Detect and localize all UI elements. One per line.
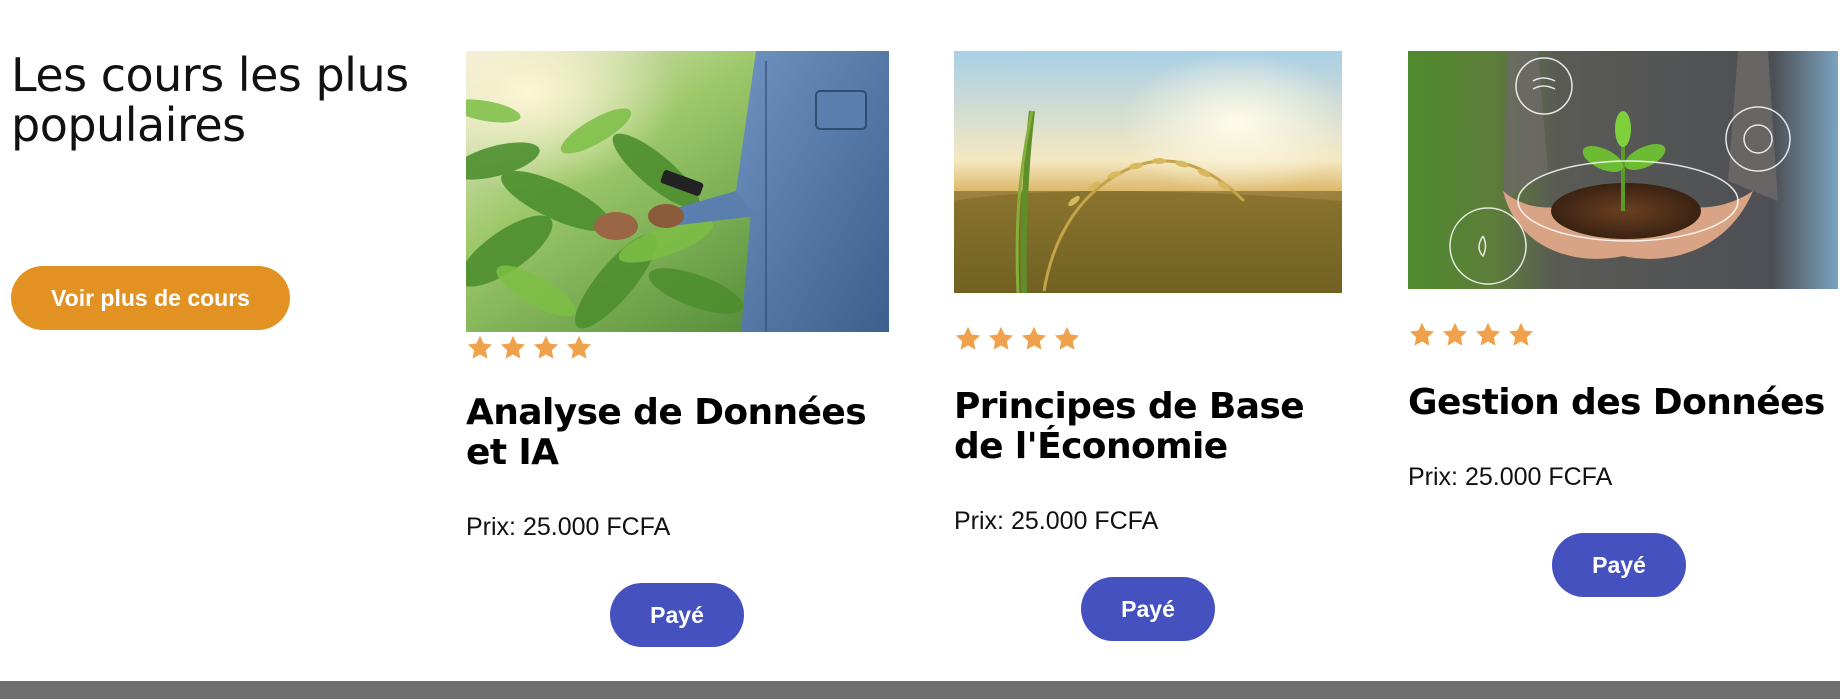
course-title[interactable]: Gestion des Données xyxy=(1408,383,1838,423)
star-icon xyxy=(566,335,592,359)
course-card: Principes de Base de l'Économie Prix: 25… xyxy=(954,51,1344,651)
pay-button[interactable]: Payé xyxy=(1552,533,1686,597)
star-icon xyxy=(1021,326,1047,350)
star-icon xyxy=(1475,322,1501,346)
star-icon xyxy=(955,326,981,350)
course-price: Prix: 25.000 FCFA xyxy=(1408,463,1613,491)
rating-stars xyxy=(954,325,1081,353)
star-icon xyxy=(1409,322,1435,346)
rating-stars xyxy=(1408,321,1535,349)
footer-bar xyxy=(0,681,1840,699)
rating-stars xyxy=(466,334,593,362)
course-card: Gestion des Données Prix: 25.000 FCFA Pa… xyxy=(1408,51,1840,651)
star-icon xyxy=(533,335,559,359)
star-icon xyxy=(1054,326,1080,350)
star-icon xyxy=(1508,322,1534,346)
star-icon xyxy=(500,335,526,359)
course-title[interactable]: Principes de Base de l'Économie xyxy=(954,387,1339,467)
pay-button[interactable]: Payé xyxy=(610,583,744,647)
section-title: Les cours les plus populaires xyxy=(11,48,409,152)
course-image-seedling-hands[interactable] xyxy=(1408,51,1838,289)
star-icon xyxy=(1442,322,1468,346)
view-more-courses-button[interactable]: Voir plus de cours xyxy=(11,266,290,330)
star-icon xyxy=(988,326,1014,350)
star-icon xyxy=(467,335,493,359)
course-price: Prix: 25.000 FCFA xyxy=(466,513,671,541)
course-title[interactable]: Analyse de Données et IA xyxy=(466,393,876,473)
pay-button[interactable]: Payé xyxy=(1081,577,1215,641)
course-price: Prix: 25.000 FCFA xyxy=(954,507,1159,535)
course-card: Analyse de Données et IA Prix: 25.000 FC… xyxy=(466,51,890,651)
course-image-rice-field[interactable] xyxy=(954,51,1342,293)
course-image-farmer-tablet[interactable] xyxy=(466,51,889,332)
